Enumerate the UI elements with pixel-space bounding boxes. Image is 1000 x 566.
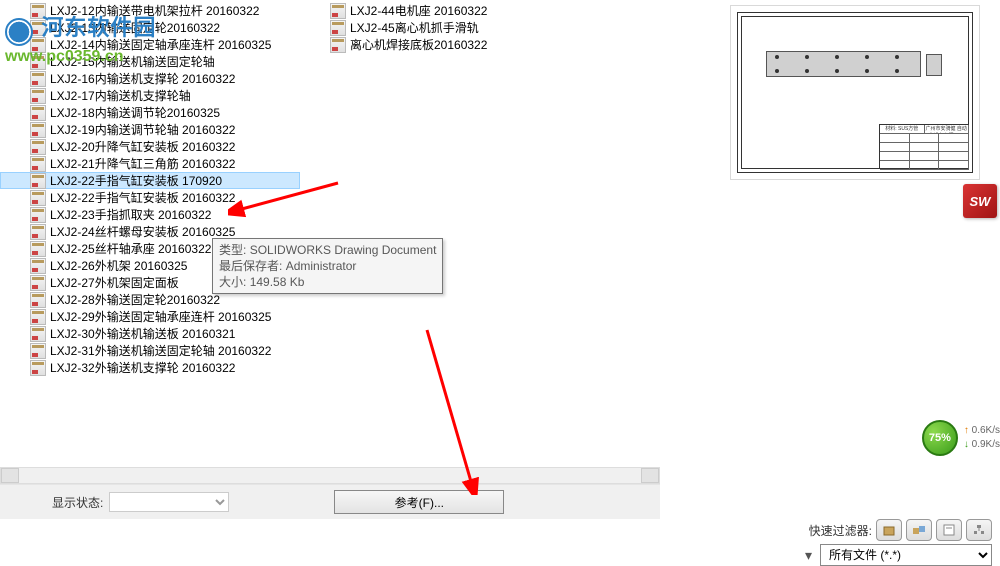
filter-assembly-icon[interactable] — [906, 519, 932, 541]
drawing-file-icon — [30, 71, 46, 87]
file-type-filter[interactable]: 所有文件 (*.*) — [820, 544, 992, 566]
solidworks-icon: SW — [963, 184, 997, 218]
file-item[interactable]: LXJ2-13内输送固定轮20160322 — [0, 19, 300, 36]
file-item[interactable]: LXJ2-12内输送带电机架拉杆 20160322 — [0, 2, 300, 19]
file-name: LXJ2-13内输送固定轮20160322 — [50, 19, 220, 36]
file-name: LXJ2-19内输送调节轮轴 20160322 — [50, 121, 235, 138]
drawing-file-icon — [30, 3, 46, 19]
file-item[interactable]: LXJ2-31外输送机输送固定轮轴 20160322 — [0, 342, 300, 359]
title-block: 材料: SUS方管广州市安骑健 自动化设备有限公司 — [879, 124, 969, 169]
drawing-file-icon — [30, 292, 46, 308]
file-name: LXJ2-45离心机抓手滑轨 — [350, 19, 479, 36]
file-item[interactable]: LXJ2-20升降气缸安装板 20160322 — [0, 138, 300, 155]
horizontal-scrollbar[interactable] — [0, 467, 660, 484]
drawing-file-icon — [30, 139, 46, 155]
file-item[interactable]: LXJ2-45离心机抓手滑轨 — [300, 19, 580, 36]
quick-filter-label: 快速过滤器: — [809, 522, 872, 539]
drawing-file-icon — [30, 37, 46, 53]
file-name: LXJ2-27外机架固定面板 — [50, 274, 179, 291]
filter-part-icon[interactable] — [876, 519, 902, 541]
scroll-left-icon[interactable] — [1, 468, 19, 483]
file-item[interactable]: LXJ2-15内输送机输送固定轮轴 — [0, 53, 300, 70]
filter-bar: 快速过滤器: ▾ 所有文件 (*.*) — [620, 519, 1000, 564]
drawing-file-icon — [30, 173, 46, 189]
download-arrow-icon: ↓ — [964, 439, 969, 450]
file-item[interactable]: LXJ2-18内输送调节轮20160325 — [0, 104, 300, 121]
drawing-file-icon — [330, 37, 346, 53]
drawing-file-icon — [30, 258, 46, 274]
file-name: LXJ2-32外输送机支撑轮 20160322 — [50, 359, 235, 376]
drawing-file-icon — [30, 224, 46, 240]
upload-arrow-icon: ↑ — [964, 425, 969, 436]
drawing-file-icon — [30, 343, 46, 359]
file-item[interactable]: LXJ2-19内输送调节轮轴 20160322 — [0, 121, 300, 138]
file-name: LXJ2-21升降气缸三角筋 20160322 — [50, 155, 235, 172]
drawing-file-icon — [30, 105, 46, 121]
bottom-toolbar: 显示状态: 参考(F)... — [0, 484, 660, 519]
part-drawing — [766, 51, 921, 77]
file-item[interactable]: LXJ2-32外输送机支撑轮 20160322 — [0, 359, 300, 376]
file-name: LXJ2-31外输送机输送固定轮轴 20160322 — [50, 342, 271, 359]
drawing-file-icon — [30, 20, 46, 36]
filter-drawing-icon[interactable] — [936, 519, 962, 541]
file-item[interactable]: LXJ2-29外输送固定轴承座连杆 20160325 — [0, 308, 300, 325]
drawing-preview: 材料: SUS方管广州市安骑健 自动化设备有限公司 SW — [730, 5, 980, 180]
filter-toplevel-icon[interactable] — [966, 519, 992, 541]
drawing-file-icon — [30, 88, 46, 104]
annotation-arrow-2 — [412, 325, 502, 495]
cpu-percent: 75% — [922, 420, 958, 456]
drawing-file-icon — [30, 207, 46, 223]
file-name: LXJ2-15内输送机输送固定轮轴 — [50, 53, 215, 70]
file-name: LXJ2-20升降气缸安装板 20160322 — [50, 138, 235, 155]
file-item[interactable]: LXJ2-44电机座 20160322 — [300, 2, 580, 19]
file-name: LXJ2-26外机架 20160325 — [50, 257, 187, 274]
display-state-label: 显示状态: — [52, 494, 103, 511]
drawing-file-icon — [30, 122, 46, 138]
file-name: 离心机焊接底板20160322 — [350, 36, 487, 53]
file-item[interactable]: LXJ2-14内输送固定轴承座连杆 20160325 — [0, 36, 300, 53]
file-name: LXJ2-24丝杆螺母安装板 20160325 — [50, 223, 235, 240]
file-name: LXJ2-25丝杆轴承座 20160322 — [50, 240, 211, 257]
file-name: LXJ2-22手指气缸安装板 20160322 — [50, 189, 235, 206]
file-name: LXJ2-29外输送固定轴承座连杆 20160325 — [50, 308, 271, 325]
file-item[interactable]: LXJ2-17内输送机支撑轮轴 — [0, 87, 300, 104]
file-name: LXJ2-22手指气缸安装板 170920 — [50, 172, 222, 189]
drawing-file-icon — [30, 275, 46, 291]
file-name: LXJ2-28外输送固定轮20160322 — [50, 291, 220, 308]
file-item[interactable]: LXJ2-21升降气缸三角筋 20160322 — [0, 155, 300, 172]
file-name: LXJ2-12内输送带电机架拉杆 20160322 — [50, 2, 259, 19]
dropdown-arrow-icon[interactable]: ▾ — [805, 547, 812, 564]
file-tooltip: 类型: SOLIDWORKS Drawing Document 最后保存者: A… — [212, 238, 443, 294]
drawing-file-icon — [30, 360, 46, 376]
file-name: LXJ2-23手指抓取夹 20160322 — [50, 206, 211, 223]
annotation-arrow-1 — [228, 175, 348, 235]
file-name: LXJ2-44电机座 20160322 — [350, 2, 487, 19]
drawing-file-icon — [330, 20, 346, 36]
file-name: LXJ2-30外输送机输送板 20160321 — [50, 325, 235, 342]
file-item[interactable]: 离心机焊接底板20160322 — [300, 36, 580, 53]
drawing-file-icon — [30, 190, 46, 206]
file-name: LXJ2-17内输送机支撑轮轴 — [50, 87, 191, 104]
drawing-file-icon — [30, 326, 46, 342]
file-name: LXJ2-18内输送调节轮20160325 — [50, 104, 220, 121]
drawing-file-icon — [30, 309, 46, 325]
file-name: LXJ2-14内输送固定轴承座连杆 20160325 — [50, 36, 271, 53]
file-item[interactable]: LXJ2-16内输送机支撑轮 20160322 — [0, 70, 300, 87]
scroll-right-icon[interactable] — [641, 468, 659, 483]
file-item[interactable]: LXJ2-30外输送机输送板 20160321 — [0, 325, 300, 342]
drawing-file-icon — [30, 241, 46, 257]
drawing-file-icon — [330, 3, 346, 19]
drawing-file-icon — [30, 54, 46, 70]
drawing-file-icon — [30, 156, 46, 172]
file-name: LXJ2-16内输送机支撑轮 20160322 — [50, 70, 235, 87]
network-monitor: 75% ↑ 0.6K/s ↓ 0.9K/s — [922, 420, 1000, 456]
display-state-select[interactable] — [109, 492, 229, 512]
